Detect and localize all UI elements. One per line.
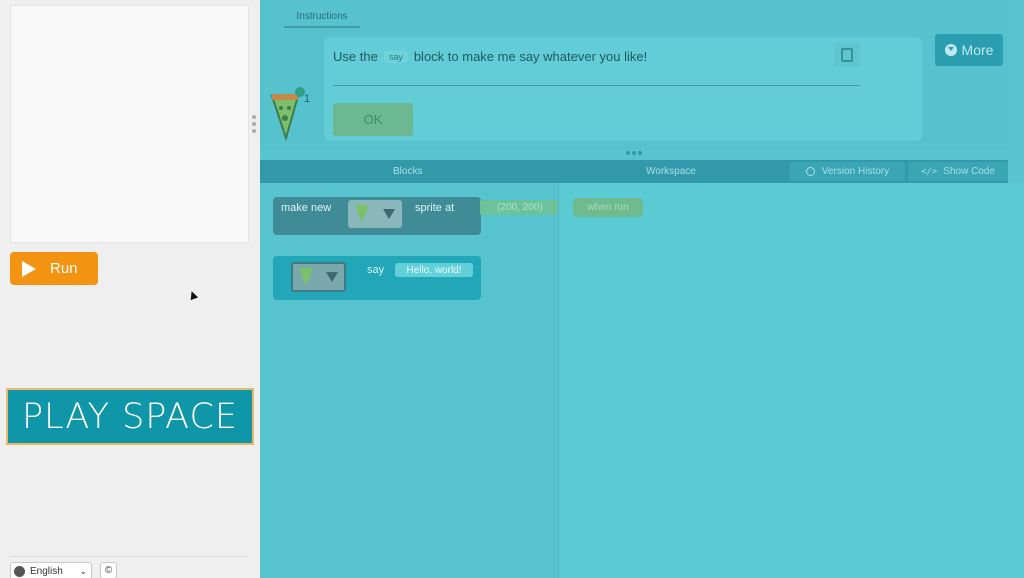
blocks-toolbox: make new sprite at (200, 200) say Hello,… bbox=[260, 183, 560, 578]
workspace-header-label: Workspace bbox=[646, 166, 696, 177]
right-panel: Instructions 1 Use the say block to make… bbox=[260, 0, 1024, 578]
mouse-cursor-icon bbox=[187, 289, 199, 301]
show-code-button[interactable]: </> Show Code bbox=[908, 162, 1008, 181]
play-icon bbox=[22, 260, 36, 277]
tab-instructions-label: Instructions bbox=[296, 10, 348, 22]
stage-canvas[interactable] bbox=[10, 5, 249, 243]
say-block-chip: say bbox=[383, 50, 408, 63]
chevron-circle-down-icon bbox=[944, 44, 957, 56]
instructions-text: Use the say block to make me say whateve… bbox=[333, 49, 647, 64]
coordinate-value-block[interactable]: (200, 200) bbox=[480, 200, 560, 215]
pizza-sprite-icon bbox=[355, 205, 369, 223]
more-button[interactable]: More bbox=[935, 34, 1003, 66]
hint-badge-number: 1 bbox=[304, 93, 310, 105]
pizza-avatar-icon: 1 bbox=[270, 87, 310, 142]
make-new-sprite-block[interactable]: make new sprite at bbox=[273, 197, 481, 235]
instructions-text-after: block to make me say whatever you like! bbox=[413, 49, 648, 64]
say-block[interactable]: say Hello, world! bbox=[273, 256, 481, 300]
ok-label: OK bbox=[363, 112, 383, 127]
play-space-label: PLAY SPACE bbox=[21, 396, 239, 437]
horizontal-resize-handle[interactable] bbox=[626, 151, 642, 156]
editor-header-bar: Blocks Workspace Version History </> Sho… bbox=[260, 160, 1008, 183]
dropdown-arrow-icon bbox=[383, 209, 395, 219]
version-history-label: Version History bbox=[821, 166, 890, 177]
hint-button[interactable] bbox=[834, 43, 860, 67]
instructions-bubble: Use the say block to make me say whateve… bbox=[324, 37, 922, 141]
workspace-area[interactable]: when run bbox=[558, 183, 1024, 578]
say-sprite-dropdown[interactable] bbox=[291, 262, 346, 292]
tab-instructions[interactable]: Instructions bbox=[284, 6, 360, 28]
when-run-block[interactable]: when run bbox=[573, 198, 643, 217]
copyright-icon: © bbox=[104, 565, 113, 576]
say-text-field[interactable]: Hello, world! bbox=[395, 263, 473, 277]
sprite-dropdown[interactable] bbox=[348, 200, 402, 228]
instructions-panel: Instructions 1 Use the say block to make… bbox=[260, 0, 1008, 150]
sprite-at-label: sprite at bbox=[415, 202, 455, 214]
say-label: say bbox=[367, 264, 385, 276]
chevron-down-icon: ⌄ bbox=[79, 565, 87, 576]
left-panel: Run PLAY SPACE English ⌄ © bbox=[0, 0, 260, 578]
pizza-sprite-icon bbox=[299, 268, 314, 286]
copyright-button[interactable]: © bbox=[100, 562, 117, 578]
clock-icon bbox=[805, 167, 815, 176]
footer-divider bbox=[10, 556, 248, 557]
ok-button[interactable]: OK bbox=[333, 103, 413, 136]
code-icon: </> bbox=[921, 166, 938, 177]
make-new-label: make new bbox=[281, 202, 332, 214]
more-label: More bbox=[961, 42, 994, 58]
instructions-text-before: Use the bbox=[333, 49, 378, 64]
play-space-banner: PLAY SPACE bbox=[6, 388, 254, 445]
show-code-label: Show Code bbox=[943, 166, 995, 177]
blocks-header-label: Blocks bbox=[393, 166, 423, 177]
run-button[interactable]: Run bbox=[10, 252, 98, 285]
language-select[interactable]: English ⌄ bbox=[10, 562, 92, 578]
language-value: English bbox=[30, 565, 63, 577]
vertical-resize-handle[interactable] bbox=[252, 115, 257, 133]
globe-icon bbox=[14, 565, 25, 577]
instructions-divider bbox=[333, 85, 860, 86]
run-label: Run bbox=[50, 260, 78, 277]
hint-page-icon bbox=[841, 48, 853, 62]
dropdown-arrow-icon bbox=[325, 272, 338, 282]
version-history-button[interactable]: Version History bbox=[790, 162, 905, 181]
